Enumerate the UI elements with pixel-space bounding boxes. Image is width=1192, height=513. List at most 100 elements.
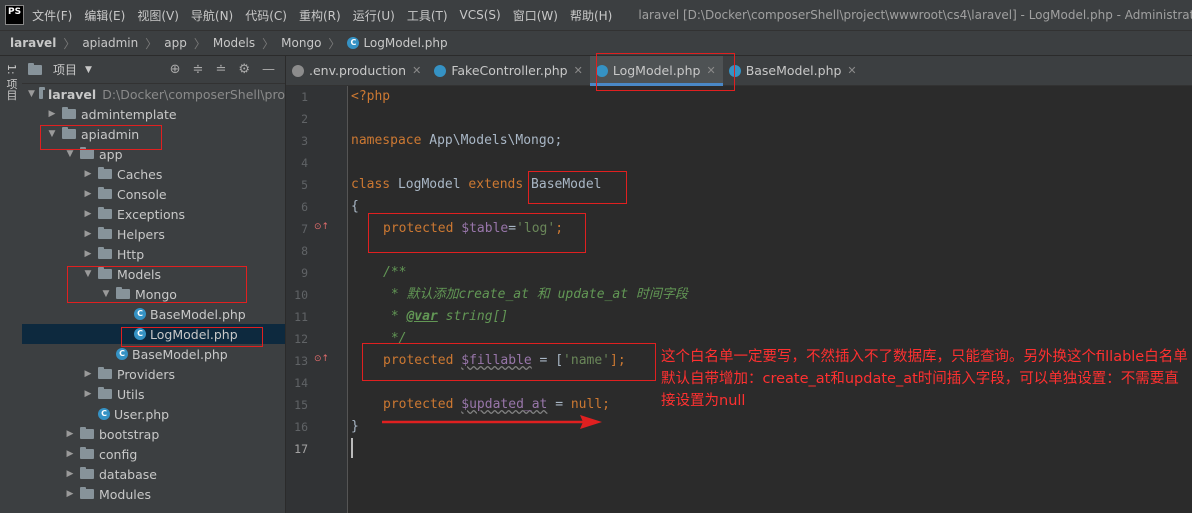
tree-item[interactable]: ▶ admintemplate [22, 104, 285, 124]
tree-item[interactable]: ▼ Models [22, 264, 285, 284]
chevron-down-icon[interactable]: ▼ [85, 65, 92, 75]
tree-item[interactable]: ▼ apiadmin [22, 124, 285, 144]
chevron-right-icon[interactable]: ▶ [82, 249, 94, 259]
chevron-right-icon: 〉 [262, 36, 275, 51]
close-icon[interactable]: ✕ [706, 64, 715, 77]
env-file-icon [292, 64, 304, 77]
chevron-right-icon[interactable]: ▶ [82, 389, 94, 399]
editor-tab[interactable]: BaseModel.php ✕ [723, 56, 864, 86]
tree-item[interactable]: ▶ Http [22, 244, 285, 264]
tree-item[interactable]: ▼ Mongo [22, 284, 285, 304]
menu-navigate[interactable]: 导航(N) [191, 7, 233, 24]
gear-icon[interactable]: ⚙ [238, 62, 250, 77]
editor-tab[interactable]: LogModel.php ✕ [589, 55, 723, 86]
semicolon: ; [555, 221, 564, 236]
keyword: protected [383, 353, 454, 368]
tree-item-label: database [99, 466, 157, 482]
window-title: laravel [D:\Docker\composerShell\project… [638, 8, 1192, 22]
menu-run[interactable]: 运行(U) [353, 7, 395, 24]
chevron-right-icon[interactable]: ▶ [82, 209, 94, 219]
tree-item[interactable]: ▶ Exceptions [22, 204, 285, 224]
editor-tab[interactable]: FakeController.php ✕ [428, 56, 590, 86]
menu-vcs[interactable]: VCS(S) [460, 8, 501, 22]
tree-item[interactable]: ▼ app [22, 144, 285, 164]
chevron-right-icon[interactable]: ▶ [82, 369, 94, 379]
breadcrumb-item[interactable]: apiadmin [82, 36, 138, 50]
code-editor[interactable]: <?php namespace App\Models\Mongo; class … [348, 86, 1192, 513]
tree-root[interactable]: ▼ laravel D:\Docker\composerShell\pro [22, 84, 285, 104]
chevron-right-icon[interactable]: ▶ [64, 489, 76, 499]
class-name: LogModel [390, 177, 469, 192]
minimize-icon[interactable]: — [262, 62, 275, 77]
menu-view[interactable]: 视图(V) [137, 7, 179, 24]
breadcrumb-item[interactable]: app [164, 36, 187, 50]
folder-icon [80, 487, 94, 499]
menu-refactor[interactable]: 重构(R) [299, 7, 341, 24]
tree-item[interactable]: ▶ Console [22, 184, 285, 204]
semicolon: ]; [610, 353, 626, 368]
doc-comment: * 默认添加 [383, 287, 459, 302]
project-panel-title[interactable]: 项目 [53, 61, 77, 78]
php-class-icon: C [98, 408, 110, 420]
tree-item[interactable]: ▶ Utils [22, 384, 285, 404]
close-icon[interactable]: ✕ [412, 64, 421, 77]
tree-item-label: Utils [117, 386, 145, 402]
tree-item[interactable]: C LogModel.php [22, 324, 285, 344]
tree-item[interactable]: ▶ database [22, 464, 285, 484]
chevron-right-icon[interactable]: ▶ [64, 449, 76, 459]
null-literal: null [570, 397, 603, 412]
override-marker-icon[interactable]: ⊙↑ [314, 354, 329, 364]
chevron-right-icon[interactable]: ▶ [82, 169, 94, 179]
tree-item-label: Providers [117, 366, 175, 382]
tree-item[interactable]: ▶ bootstrap [22, 424, 285, 444]
tree-item[interactable]: ▶ Helpers [22, 224, 285, 244]
folder-icon [80, 447, 94, 459]
override-marker-icon[interactable]: ⊙↑ [314, 222, 329, 232]
menu-help[interactable]: 帮助(H) [570, 7, 612, 24]
folder-icon [98, 247, 112, 259]
breadcrumb-item[interactable]: LogModel.php [363, 36, 447, 50]
collapse-all-icon[interactable]: ≑ [193, 62, 204, 77]
chevron-right-icon[interactable]: ▶ [82, 189, 94, 199]
menu-window[interactable]: 窗口(W) [513, 7, 558, 24]
chevron-down-icon[interactable]: ▼ [46, 129, 58, 139]
folder-icon [80, 467, 94, 479]
operator: = [547, 397, 571, 412]
tree-item-label: Mongo [135, 286, 177, 302]
close-icon[interactable]: ✕ [574, 64, 583, 77]
menu-edit[interactable]: 编辑(E) [84, 7, 125, 24]
chevron-right-icon[interactable]: ▶ [64, 429, 76, 439]
line-number: 5 [301, 178, 308, 192]
expand-all-icon[interactable]: ≐ [215, 62, 226, 77]
breadcrumb-item[interactable]: Mongo [281, 36, 321, 50]
keyword: extends [468, 177, 524, 192]
line-number: 3 [301, 134, 308, 148]
chevron-right-icon[interactable]: ▶ [82, 229, 94, 239]
chevron-down-icon[interactable]: ▼ [64, 149, 76, 159]
breadcrumb-item[interactable]: Models [213, 36, 255, 50]
chevron-right-icon[interactable]: ▶ [46, 109, 58, 119]
tree-root-label: laravel [47, 86, 97, 102]
chevron-right-icon[interactable]: ▶ [64, 469, 76, 479]
tree-item[interactable]: C User.php [22, 404, 285, 424]
chevron-down-icon[interactable]: ▼ [82, 269, 94, 279]
close-icon[interactable]: ✕ [847, 64, 856, 77]
tree-item[interactable]: ▶ config [22, 444, 285, 464]
editor-tab[interactable]: .env.production ✕ [286, 56, 428, 86]
tree-item[interactable]: C BaseModel.php [22, 344, 285, 364]
breadcrumb-item[interactable]: laravel [10, 36, 56, 50]
tree-item[interactable]: ▶ Modules [22, 484, 285, 504]
menu-tools[interactable]: 工具(T) [407, 7, 448, 24]
menu-file[interactable]: 文件(F) [32, 7, 72, 24]
breadcrumb: laravel 〉 apiadmin 〉 app 〉 Models 〉 Mong… [0, 30, 1192, 56]
menu-code[interactable]: 代码(C) [245, 7, 287, 24]
tree-item[interactable]: ▶ Providers [22, 364, 285, 384]
locate-icon[interactable]: ⊕ [170, 62, 181, 77]
project-tool-tab[interactable]: 1: 项目 [3, 64, 19, 104]
chevron-down-icon[interactable]: ▼ [100, 289, 112, 299]
tree-item[interactable]: ▶ Caches [22, 164, 285, 184]
code-line-3: namespace App\Models\Mongo; [351, 130, 562, 152]
tree-item[interactable]: C BaseModel.php [22, 304, 285, 324]
line-number: 6 [301, 200, 308, 214]
chevron-down-icon[interactable]: ▼ [28, 89, 35, 99]
